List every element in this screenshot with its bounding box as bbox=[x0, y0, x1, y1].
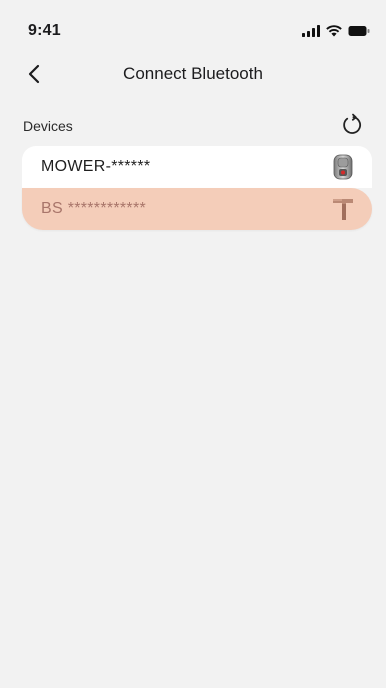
status-time: 9:41 bbox=[28, 22, 61, 39]
device-name: MOWER-****** bbox=[41, 158, 151, 175]
device-item-mower[interactable]: MOWER-****** bbox=[22, 146, 372, 188]
navigation-bar: Connect Bluetooth bbox=[0, 52, 386, 98]
base-station-icon bbox=[330, 195, 356, 223]
status-bar: 9:41 bbox=[0, 0, 386, 60]
battery-icon bbox=[348, 24, 370, 42]
device-name: BS ************ bbox=[41, 200, 147, 217]
refresh-icon bbox=[343, 113, 362, 134]
refresh-button[interactable] bbox=[338, 111, 366, 139]
page-title: Connect Bluetooth bbox=[123, 64, 263, 83]
wifi-icon bbox=[326, 24, 342, 42]
mower-icon bbox=[330, 153, 356, 181]
status-icons bbox=[302, 24, 370, 42]
device-list: MOWER-****** BS ************ bbox=[22, 146, 372, 230]
devices-section-label: Devices bbox=[23, 118, 73, 134]
device-item-base-station[interactable]: BS ************ bbox=[22, 188, 372, 230]
cellular-signal-icon bbox=[302, 24, 320, 42]
